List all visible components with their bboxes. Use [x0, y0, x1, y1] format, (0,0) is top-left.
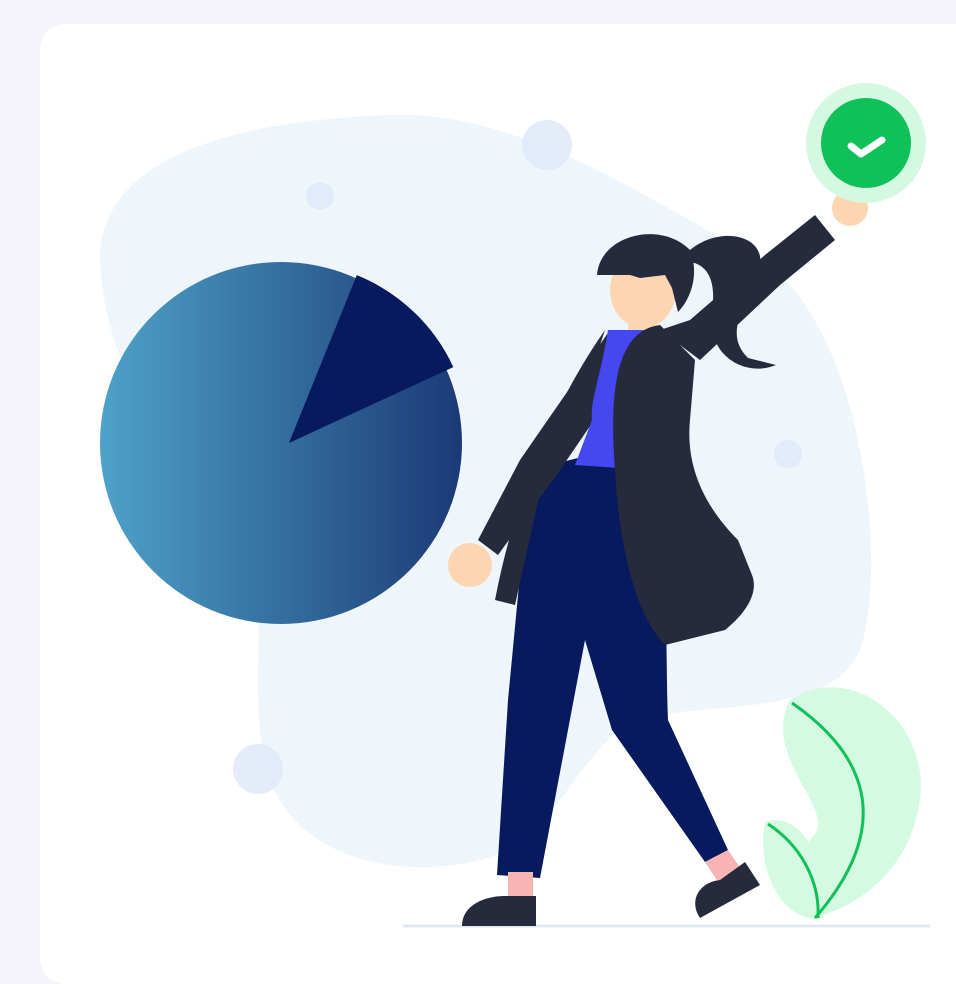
illustration — [100, 83, 930, 928]
bubble — [522, 120, 572, 170]
leaf — [763, 820, 824, 919]
illustration-card — [40, 24, 956, 984]
bubble — [306, 182, 334, 210]
hand — [448, 543, 492, 587]
success-badge — [806, 83, 926, 203]
bubble — [774, 440, 802, 468]
shoe — [462, 896, 536, 926]
plant — [763, 687, 921, 919]
bubble — [233, 744, 283, 794]
badge-circle — [821, 98, 911, 188]
pie-chart — [100, 262, 462, 624]
